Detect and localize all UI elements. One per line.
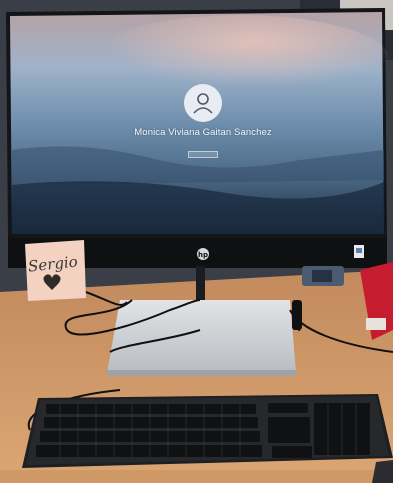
- monitor-stand-base: [107, 300, 296, 373]
- photo-scene: hp Monica Viviana Gaitan Sanchez Sergio: [0, 0, 393, 483]
- signin-button[interactable]: [188, 151, 218, 158]
- lock-screen-user-name: Monica Viviana Gaitan Sanchez: [134, 127, 272, 138]
- monitor: hp: [6, 8, 390, 268]
- svg-text:hp: hp: [198, 251, 208, 259]
- user-avatar-icon: [184, 84, 222, 122]
- scene-illustration: hp: [0, 0, 393, 483]
- hp-logo-icon: hp: [197, 248, 209, 260]
- keyboard: [22, 394, 393, 468]
